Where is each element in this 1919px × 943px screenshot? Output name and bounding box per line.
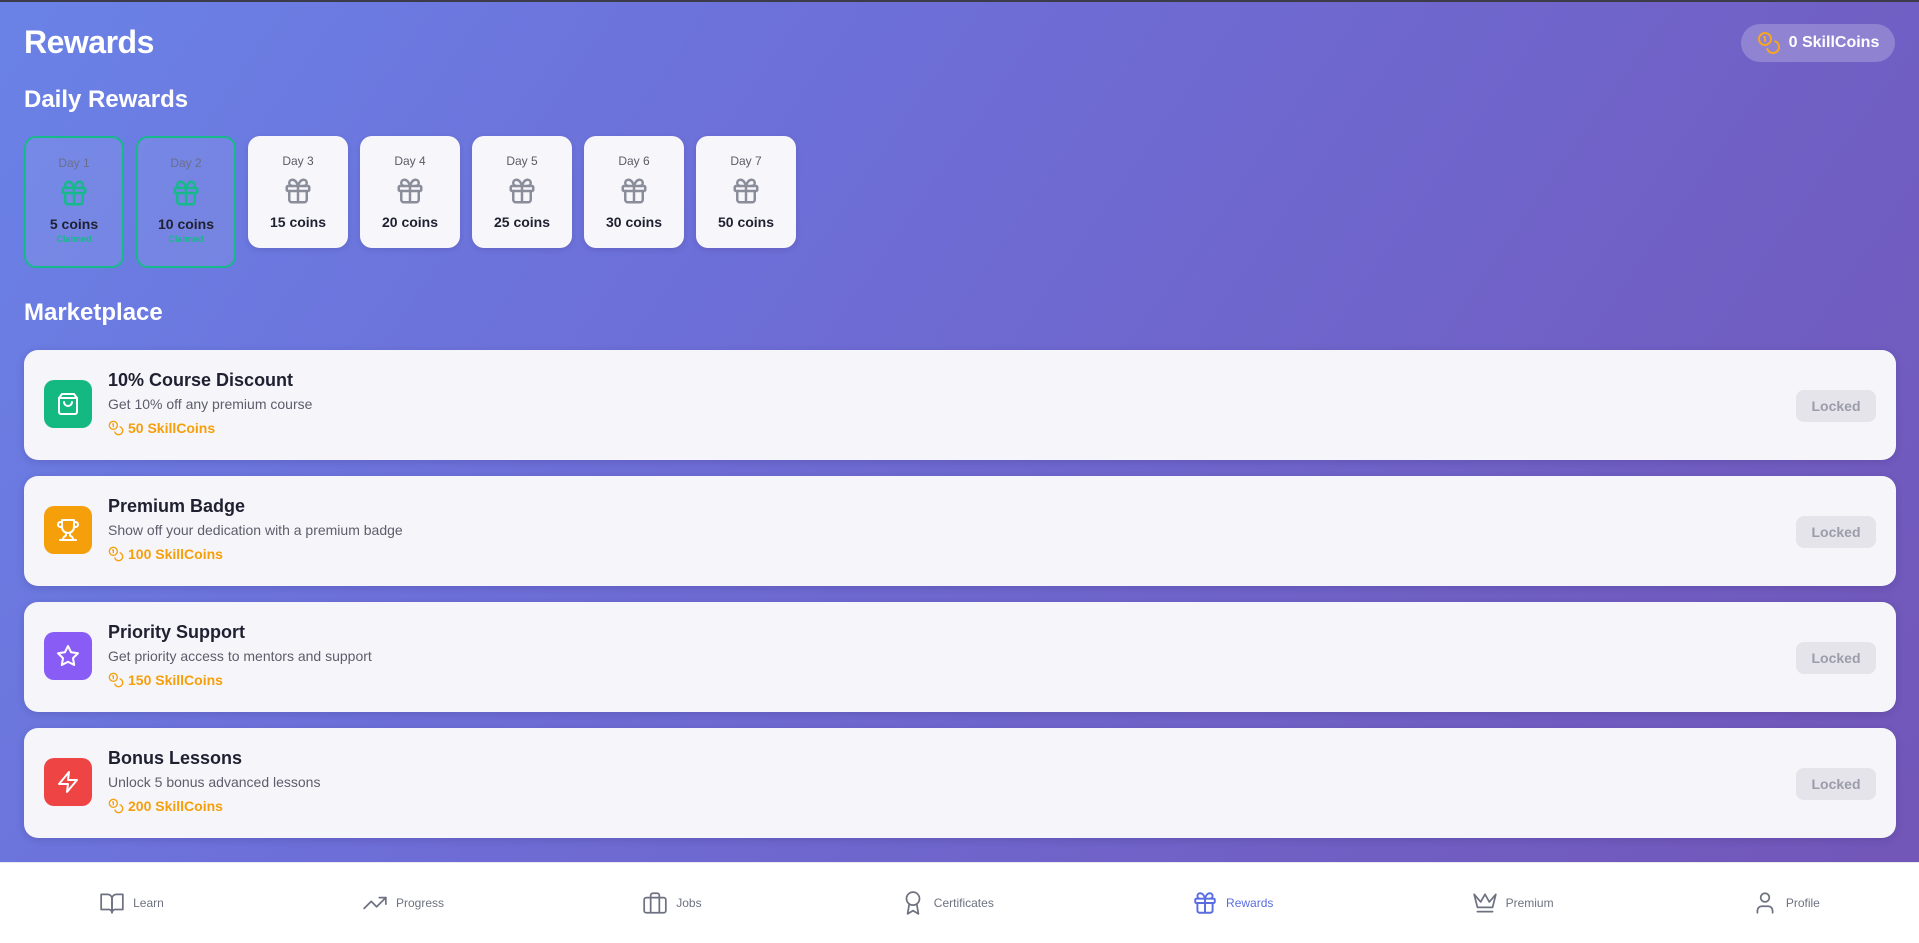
nav-label: Learn [133,896,164,910]
item-cost-text: 100 SkillCoins [128,546,223,562]
nav-label: Premium [1505,896,1554,910]
shopping-bag-icon [58,393,78,415]
day-coins: 20 coins [381,214,439,230]
day-card-2[interactable]: Day 2 10 coins Claimed [136,136,236,268]
item-title: 10% Course Discount [108,370,294,390]
day-card-3[interactable]: Day 3 15 coins [248,136,348,248]
page-title: Rewards [24,24,154,60]
item-title: Bonus Lessons [108,748,243,768]
daily-rewards-row: Day 1 5 coins Claimed Day 2 10 coins Cla… [24,136,796,268]
day-label: Day 6 [618,154,650,168]
locked-button[interactable]: Locked [1796,390,1876,422]
gift-icon [509,178,535,204]
claimed-status: Claimed [168,234,204,244]
marketplace-title: Marketplace [24,299,163,326]
item-icon-container [44,632,92,680]
item-cost-text: 200 SkillCoins [128,798,223,814]
nav-label: Progress [396,896,445,910]
nav-item-rewards[interactable]: Rewards [1192,890,1273,916]
star-icon [57,645,79,667]
trending-up-icon [363,896,387,910]
nav-label: Certificates [933,896,994,910]
day-coins: 30 coins [605,214,663,230]
item-description: Show off your dedication with a premium … [108,522,403,538]
market-item-premium-badge: Premium Badge Show off your dedication w… [24,476,1896,586]
market-item-priority-support: Priority Support Get priority access to … [24,602,1896,712]
book-icon [100,893,124,914]
locked-button[interactable]: Locked [1796,642,1876,674]
nav-label: Rewards [1226,896,1274,910]
lightning-icon [58,771,78,793]
item-cost: 100 SkillCoins [108,546,223,562]
day-card-4[interactable]: Day 4 20 coins [360,136,460,248]
day-coins: 5 coins [49,216,99,232]
coins-icon [108,798,124,814]
daily-rewards-title: Daily Rewards [24,86,189,113]
gift-icon [733,178,759,204]
gift-icon [173,180,199,206]
nav-item-profile[interactable]: Profile [1752,890,1820,916]
day-label: Day 3 [282,154,314,168]
day-coins: 10 coins [157,216,215,232]
item-title: Premium Badge [108,496,246,516]
marketplace-list: 10% Course Discount Get 10% off any prem… [24,350,1896,854]
day-coins: 25 coins [493,214,551,230]
trophy-icon [57,519,79,541]
item-cost: 150 SkillCoins [108,672,223,688]
coins-icon [108,420,124,436]
market-item-bonus-lessons: Bonus Lessons Unlock 5 bonus advanced le… [24,728,1896,838]
day-card-1[interactable]: Day 1 5 coins Claimed [24,136,124,268]
nav-item-learn[interactable]: Learn [99,890,164,916]
briefcase-icon [643,892,667,914]
item-cost-text: 150 SkillCoins [128,672,223,688]
award-icon [905,891,921,915]
item-description: Unlock 5 bonus advanced lessons [108,774,321,790]
item-description: Get priority access to mentors and suppo… [108,648,372,664]
day-coins: 15 coins [269,214,327,230]
day-label: Day 4 [394,154,426,168]
user-icon [1756,892,1774,914]
day-card-6[interactable]: Day 6 30 coins [584,136,684,248]
item-icon-container [44,380,92,428]
coin-balance-text: 0 SkillCoins [1788,34,1880,51]
nav-item-premium[interactable]: Premium [1472,890,1554,916]
day-card-5[interactable]: Day 5 25 coins [472,136,572,248]
rewards-page: Rewards 0 SkillCoins Daily Rewards Day 1… [0,2,1919,862]
nav-label: Profile [1785,896,1820,910]
item-cost: 200 SkillCoins [108,798,223,814]
day-label: Day 7 [730,154,762,168]
nav-label: Jobs [676,896,702,910]
nav-item-certificates[interactable]: Certificates [900,890,994,916]
day-label: Day 5 [506,154,538,168]
coins-icon [1757,32,1780,54]
gift-icon [1194,892,1216,914]
coins-icon [108,672,124,688]
day-card-7[interactable]: Day 7 50 coins [696,136,796,248]
bottom-nav: Learn Progress Jobs Certificates Rewards… [0,862,1919,943]
nav-item-jobs[interactable]: Jobs [642,890,702,916]
gift-icon [397,178,423,204]
nav-item-progress[interactable]: Progress [362,890,444,916]
claimed-status: Claimed [56,234,92,244]
item-description: Get 10% off any premium course [108,396,313,412]
day-coins: 50 coins [717,214,775,230]
day-label: Day 1 [58,156,90,170]
item-icon-container [44,506,92,554]
day-label: Day 2 [170,156,202,170]
coins-icon [108,546,124,562]
locked-button[interactable]: Locked [1796,768,1876,800]
item-icon-container [44,758,92,806]
gift-icon [285,178,311,204]
item-title: Priority Support [108,622,246,642]
coin-balance-badge: 0 SkillCoins [1741,24,1895,62]
market-item-course-discount: 10% Course Discount Get 10% off any prem… [24,350,1896,460]
crown-icon [1472,893,1497,913]
item-cost: 50 SkillCoins [108,420,215,436]
gift-icon [621,178,647,204]
item-cost-text: 50 SkillCoins [128,420,216,436]
locked-button[interactable]: Locked [1796,516,1876,548]
gift-icon [61,180,87,206]
